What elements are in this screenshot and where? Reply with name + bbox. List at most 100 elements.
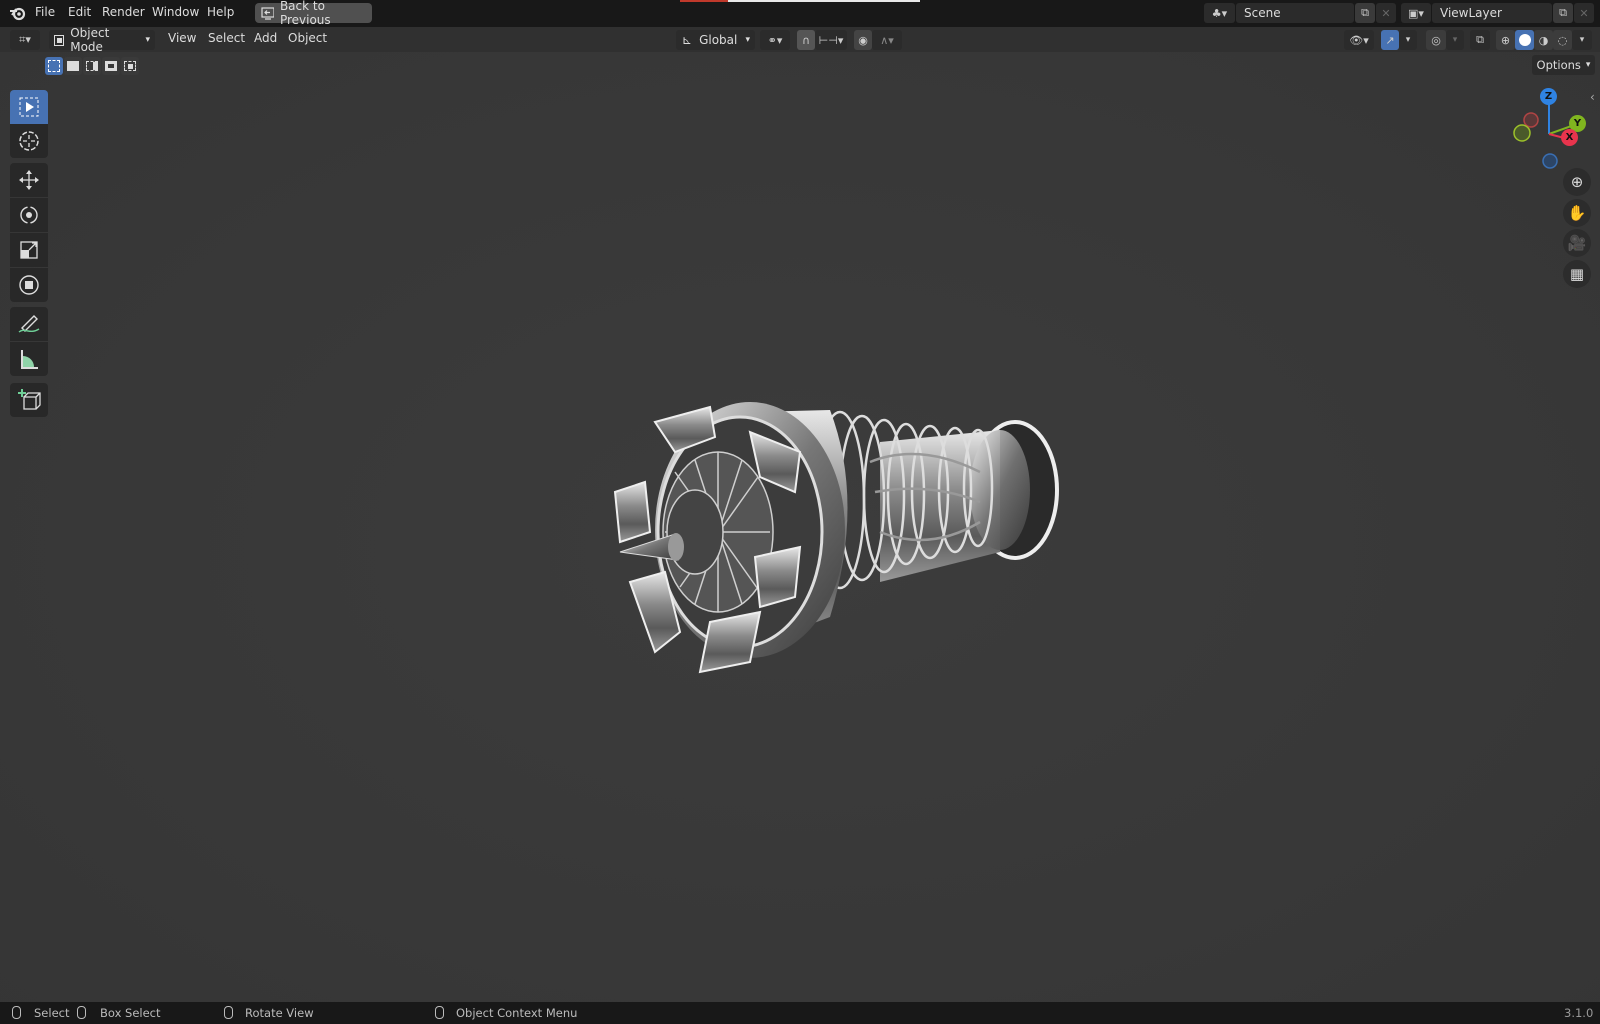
chevron-down-icon: ▾ — [1585, 60, 1591, 70]
shading-wireframe[interactable]: ⊕ — [1496, 30, 1515, 50]
close-icon: ✕ — [1381, 6, 1391, 20]
delete-scene-button[interactable]: ✕ — [1376, 3, 1396, 23]
eye-icon: 👁▾ — [1349, 33, 1369, 47]
transform-orientation-dropdown[interactable]: ⊾ Global ▾ — [676, 30, 755, 50]
mouse-right-icon — [435, 1006, 444, 1019]
overlays-toggle[interactable]: ◎ — [1426, 30, 1446, 50]
tool-select-box[interactable] — [10, 90, 48, 124]
3d-viewport[interactable]: Options ▾ ‹ Z Y X ⊕ ✋ 🎥 ▦ — [0, 52, 1600, 1002]
orientation-label: Global — [699, 33, 738, 47]
scene-selector[interactable]: ♣▾ — [1204, 3, 1235, 23]
mode-dropdown[interactable]: Object Mode ▾ — [49, 26, 155, 54]
menu-edit[interactable]: Edit — [68, 5, 91, 19]
menu-view[interactable]: View — [168, 31, 196, 45]
viewport-header: ⌗▾ Object Mode ▾ View Select Add Object … — [0, 26, 1600, 54]
selectability-visibility-dropdown[interactable]: 👁▾ — [1344, 30, 1374, 50]
cursor-icon — [19, 131, 39, 151]
orientation-icon: ⊾ — [682, 33, 693, 47]
gizmo-icon: ↗ — [1385, 33, 1395, 47]
gizmo-dropdown[interactable]: ▾ — [1399, 30, 1417, 50]
tool-scale[interactable] — [10, 233, 48, 267]
shading-solid[interactable] — [1515, 30, 1534, 50]
menu-window[interactable]: Window — [152, 5, 199, 19]
mode-label: Object Mode — [70, 26, 110, 54]
scene-icon: ♣▾ — [1211, 6, 1228, 20]
mouse-left-icon — [12, 1006, 21, 1019]
gizmo-z-axis[interactable]: Z — [1540, 88, 1557, 105]
grid-icon: ▦ — [1569, 265, 1585, 283]
tool-measure[interactable] — [10, 342, 48, 376]
tool-rotate[interactable] — [10, 198, 48, 232]
select-invert-mode[interactable] — [102, 57, 120, 75]
camera-icon: 🎥 — [1567, 234, 1587, 252]
menu-object[interactable]: Object — [288, 31, 327, 45]
overlays-icon: ◎ — [1431, 33, 1441, 47]
transform-icon — [19, 275, 39, 295]
select-subtract-mode[interactable] — [83, 57, 101, 75]
wireframe-icon: ⊕ — [1500, 33, 1511, 47]
tool-move[interactable] — [10, 163, 48, 197]
tool-annotate[interactable] — [10, 307, 48, 341]
scene-name: Scene — [1244, 6, 1281, 20]
options-dropdown[interactable]: Options ▾ — [1532, 55, 1595, 75]
camera-view-button[interactable]: 🎥 — [1563, 229, 1591, 257]
view-layer-field[interactable]: ViewLayer — [1432, 3, 1552, 23]
select-new-mode[interactable] — [45, 57, 63, 75]
delete-view-layer-button[interactable]: ✕ — [1574, 3, 1594, 23]
gizmo-x-axis[interactable]: X — [1561, 129, 1578, 146]
status-box-select: Box Select — [100, 1006, 161, 1020]
jet-engine-model[interactable] — [600, 382, 1080, 712]
xray-icon: ⧉ — [1476, 33, 1484, 46]
editor-type-button[interactable]: ⌗▾ — [10, 30, 40, 50]
navigation-gizmo[interactable]: Z Y X — [1505, 82, 1595, 172]
new-scene-button[interactable]: ⧉ — [1355, 3, 1375, 23]
select-subtract-icon — [86, 61, 98, 71]
select-intersect-mode[interactable] — [121, 57, 139, 75]
menu-file[interactable]: File — [35, 5, 55, 19]
proportional-edit-toggle[interactable]: ◉ — [854, 30, 872, 50]
blender-logo-icon[interactable] — [9, 5, 26, 21]
pan-view-button[interactable]: ✋ — [1563, 199, 1591, 227]
measure-icon — [21, 350, 38, 369]
shading-material[interactable]: ◑ — [1534, 30, 1553, 50]
chevron-down-icon: ▾ — [1579, 35, 1585, 45]
scene-field[interactable]: Scene — [1236, 3, 1354, 23]
shading-dropdown[interactable]: ▾ — [1572, 30, 1592, 50]
zoom-view-button[interactable]: ⊕ — [1563, 168, 1591, 196]
snap-toggle[interactable]: ∩ — [797, 30, 815, 50]
select-extend-icon — [67, 61, 79, 71]
back-icon — [261, 6, 274, 20]
gizmo-toggle[interactable]: ↗ — [1381, 30, 1399, 50]
pivot-point-dropdown[interactable]: ⚭▾ — [760, 30, 790, 50]
view-layer-selector[interactable]: ▣▾ — [1401, 3, 1431, 23]
perspective-toggle-button[interactable]: ▦ — [1563, 260, 1591, 288]
options-label: Options — [1536, 58, 1581, 72]
menu-add[interactable]: Add — [254, 31, 277, 45]
chevron-down-icon: ▾ — [1405, 35, 1411, 45]
tool-add-cube[interactable] — [10, 383, 48, 417]
menu-help[interactable]: Help — [207, 5, 234, 19]
overlays-dropdown[interactable]: ▾ — [1446, 30, 1464, 50]
3d-viewport-icon: ⌗▾ — [19, 33, 31, 46]
snap-target-dropdown[interactable]: ⊢⊣▾ — [815, 30, 847, 50]
tool-cursor[interactable] — [10, 124, 48, 158]
copy-icon: ⧉ — [1361, 6, 1369, 19]
hand-icon: ✋ — [1567, 204, 1587, 222]
rotate-icon — [20, 206, 38, 224]
back-to-previous-label: Back to Previous — [279, 0, 331, 27]
select-extend-mode[interactable] — [64, 57, 82, 75]
shading-rendered[interactable]: ◌ — [1553, 30, 1572, 50]
selection-mode-group — [45, 57, 139, 75]
back-to-previous-button[interactable]: Back to Previous — [255, 0, 372, 27]
menu-render[interactable]: Render — [102, 5, 145, 19]
proportional-falloff-dropdown[interactable]: ∧▾ — [872, 30, 902, 50]
tool-transform[interactable] — [10, 268, 48, 302]
copy-icon: ⧉ — [1559, 6, 1567, 19]
xray-toggle[interactable]: ⧉ — [1470, 30, 1490, 50]
magnet-icon: ∩ — [801, 33, 811, 47]
object-mode-icon — [54, 34, 65, 46]
add-cube-icon — [18, 389, 41, 410]
menu-select[interactable]: Select — [208, 31, 245, 45]
new-view-layer-button[interactable]: ⧉ — [1553, 3, 1573, 23]
select-box-icon — [19, 97, 39, 117]
